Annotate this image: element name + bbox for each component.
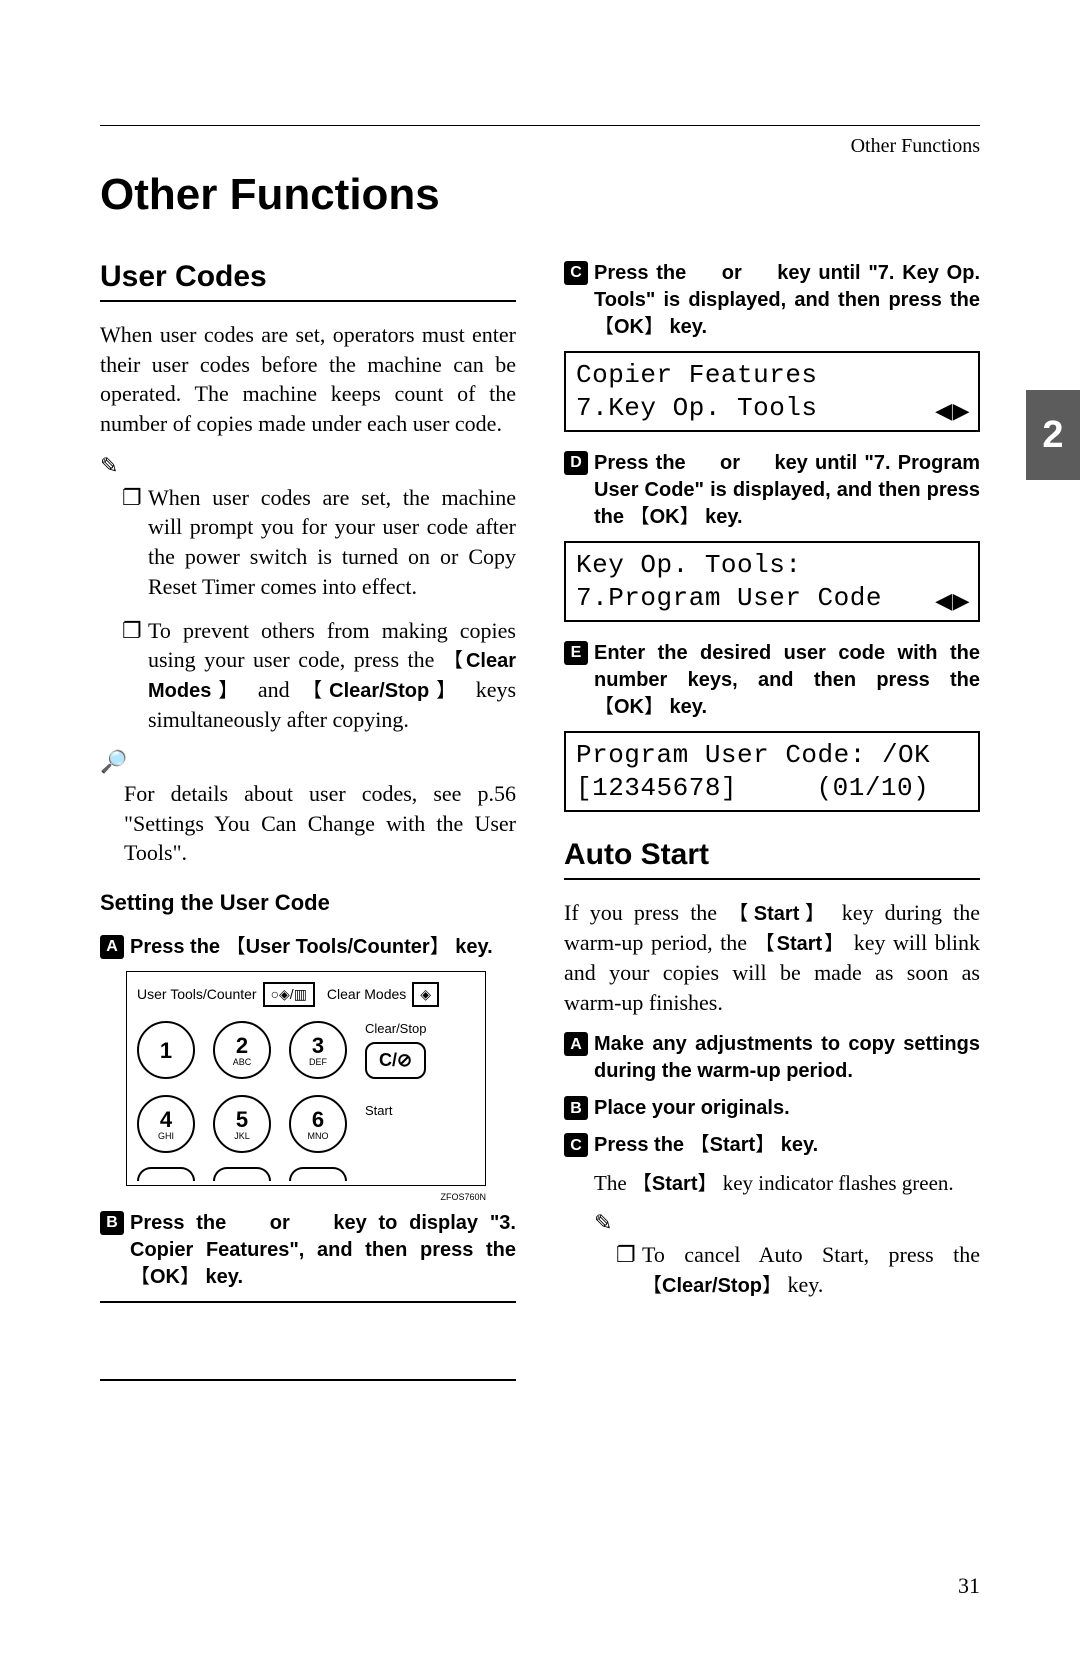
text: Press the or key to display "3. Copier F… <box>130 1212 516 1261</box>
start-key: Start <box>755 933 847 955</box>
clear-stop-key: Clear/Stop <box>642 1275 782 1297</box>
key-3[interactable]: 3DEF <box>289 1021 347 1079</box>
step-num-d: D <box>564 451 588 475</box>
auto-step-b: B Place your originals. <box>564 1095 980 1122</box>
step-num-b: B <box>100 1211 124 1235</box>
auto-step-c-note: The Start key indicator flashes green. <box>594 1169 980 1198</box>
subsection-setting-user-code: Setting the User Code <box>100 890 516 916</box>
running-header: Other Functions <box>851 135 980 158</box>
clear-modes-label: Clear Modes <box>327 986 406 1002</box>
page-number: 31 <box>958 1573 980 1599</box>
lcd-placeholder <box>100 1301 516 1381</box>
lcd-line: 7.Program User Code <box>576 582 968 615</box>
step-num-a: A <box>564 1032 588 1056</box>
note-icon: ✎ <box>594 1210 980 1236</box>
ok-key: OK <box>630 506 700 528</box>
section-user-codes: User Codes <box>100 260 516 302</box>
auto-start-cancel-note: To cancel Auto Start, press the Clear/St… <box>594 1240 980 1300</box>
left-right-arrow-icon: ◀▶ <box>935 587 970 615</box>
left-column: User Codes When user codes are set, oper… <box>100 260 516 1381</box>
lcd-line: Program User Code: /OK <box>576 739 968 772</box>
lcd-line: 7.Key Op. Tools <box>576 392 968 425</box>
text: key. <box>782 1272 823 1297</box>
chapter-tab: 2 <box>1026 390 1080 480</box>
number-key-grid: 1 2ABC 3DEF 4GHI 5JKL 6MNO <box>137 1021 347 1153</box>
note-bullet-1: When user codes are set, the machine wil… <box>100 483 516 602</box>
step-e: E Enter the desired user code with the n… <box>564 640 980 721</box>
left-right-arrow-icon: ◀▶ <box>935 397 970 425</box>
key-2[interactable]: 2ABC <box>213 1021 271 1079</box>
auto-step-a: A Make any adjustments to copy settings … <box>564 1031 980 1085</box>
key-1[interactable]: 1 <box>137 1021 195 1079</box>
step-num-b: B <box>564 1096 588 1120</box>
tools-icon-box: ○◈/▥ <box>263 982 315 1007</box>
text: If you press the <box>564 900 728 925</box>
text: Enter the desired user code with the num… <box>594 642 980 691</box>
text: Make any adjustments to copy settings du… <box>594 1033 980 1082</box>
start-key: Start <box>690 1134 776 1156</box>
lcd-screen-2: Key Op. Tools: 7.Program User Code ◀▶ <box>564 541 980 622</box>
side-button-column: Clear/Stop C/⊘ Start <box>365 1021 426 1181</box>
cutoff-row <box>137 1167 347 1181</box>
step-b: B Press the or key to display "3. Copier… <box>100 1210 516 1291</box>
lcd-line: Key Op. Tools: <box>576 549 968 582</box>
lcd-screen-1: Copier Features 7.Key Op. Tools ◀▶ <box>564 351 980 432</box>
text: Press the <box>594 1134 690 1156</box>
auto-start-intro: If you press the Start key during the wa… <box>564 898 980 1017</box>
note-icon: ✎ <box>100 453 516 479</box>
text: Place your originals. <box>594 1097 790 1119</box>
clear-modes-icon-box: ◈ <box>412 982 439 1007</box>
ok-key: OK <box>594 316 664 338</box>
ok-key: OK <box>594 696 664 718</box>
step-c: C Press the or key until "7. Key Op. Too… <box>564 260 980 341</box>
step-d: D Press the or key until "7. Program Use… <box>564 450 980 531</box>
ok-key: OK <box>130 1266 200 1288</box>
step-num-a: A <box>100 935 124 959</box>
lcd-line: [12345678] (01/10) <box>576 772 968 805</box>
keypad-top-row: User Tools/Counter ○◈/▥ Clear Modes ◈ <box>137 982 475 1007</box>
text: key indicator flashes green. <box>717 1171 953 1195</box>
text: Press the or key until "7. Key Op. Tools… <box>594 262 980 311</box>
key-5[interactable]: 5JKL <box>213 1095 271 1153</box>
user-tools-counter-key: User Tools/Counter <box>226 936 450 958</box>
user-tools-counter-label: User Tools/Counter <box>137 986 257 1002</box>
text: key. <box>450 936 493 958</box>
page-title: Other Functions <box>100 170 980 220</box>
section-auto-start: Auto Start <box>564 838 980 880</box>
note-bullet-2: To prevent others from making copies usi… <box>100 616 516 735</box>
text: key. <box>664 696 707 718</box>
right-column: C Press the or key until "7. Key Op. Too… <box>564 260 980 1381</box>
header-rule <box>100 125 980 126</box>
key-4[interactable]: 4GHI <box>137 1095 195 1153</box>
two-column-layout: User Codes When user codes are set, oper… <box>100 260 980 1381</box>
start-key: Start <box>632 1173 718 1195</box>
auto-step-c: C Press the Start key. <box>564 1132 980 1159</box>
text: key. <box>700 506 743 528</box>
step-num-e: E <box>564 641 588 665</box>
step-a: A Press the User Tools/Counter key. <box>100 934 516 961</box>
start-label: Start <box>365 1103 392 1118</box>
keypad-body: 1 2ABC 3DEF 4GHI 5JKL 6MNO Clear/Stop C/… <box>137 1021 475 1181</box>
step-num-c: C <box>564 1133 588 1157</box>
text: and <box>245 677 302 702</box>
start-key: Start <box>728 903 830 925</box>
lcd-line: Copier Features <box>576 359 968 392</box>
reference-text: For details about user codes, see p.56 "… <box>100 779 516 868</box>
lcd-screen-3: Program User Code: /OK [12345678] (01/10… <box>564 731 980 812</box>
figure-ref: ZFOS760N <box>126 1192 486 1202</box>
user-codes-intro: When user codes are set, operators must … <box>100 320 516 439</box>
reference-icon: 🔎 <box>100 749 516 775</box>
text: The <box>594 1171 632 1195</box>
text: key. <box>664 316 707 338</box>
text: To cancel Auto Start, press the <box>642 1242 980 1267</box>
clear-stop-key: Clear/Stop <box>302 680 463 702</box>
clear-stop-button[interactable]: C/⊘ <box>365 1042 426 1079</box>
keypad-figure: User Tools/Counter ○◈/▥ Clear Modes ◈ 1 … <box>126 971 486 1186</box>
clear-stop-label: Clear/Stop <box>365 1021 426 1036</box>
key-6[interactable]: 6MNO <box>289 1095 347 1153</box>
step-num-c: C <box>564 261 588 285</box>
text: key. <box>775 1134 818 1156</box>
text: Press the <box>130 936 226 958</box>
text: key. <box>200 1266 243 1288</box>
